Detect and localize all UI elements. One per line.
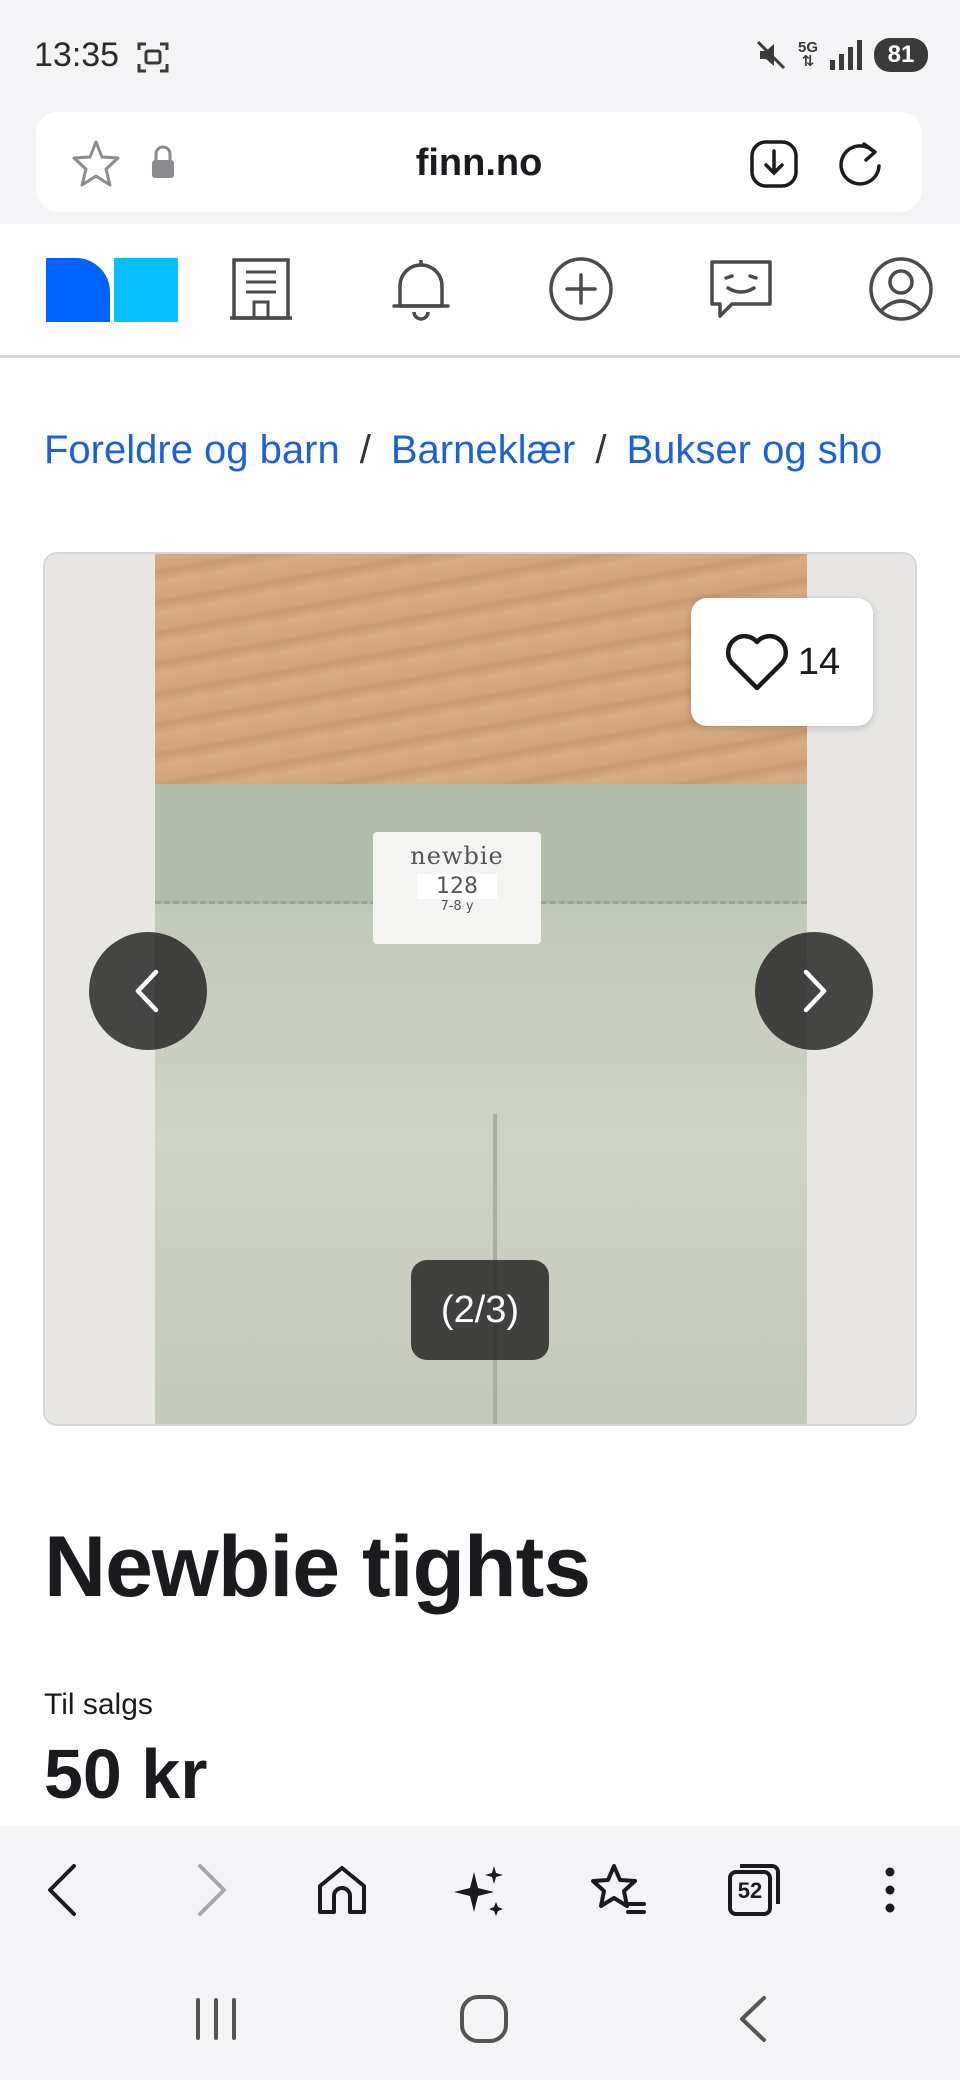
battery-icon: 81 — [874, 38, 928, 72]
back-icon[interactable] — [36, 1860, 96, 1920]
listing-title: Newbie tights — [44, 1519, 591, 1615]
building-icon[interactable] — [226, 254, 296, 324]
bell-icon[interactable] — [386, 254, 456, 324]
browser-toolbar: 52 — [0, 1826, 960, 1956]
browser-chrome: finn.no — [0, 112, 960, 224]
home-icon[interactable] — [312, 1860, 372, 1920]
favorite-count: 14 — [797, 640, 841, 683]
status-icons: 5G ⇅ 81 — [754, 38, 928, 72]
tag-age: 7-8 y — [440, 899, 474, 914]
system-back-icon[interactable] — [724, 1992, 784, 2046]
breadcrumb-item-bukser[interactable]: Bukser og sho — [627, 428, 883, 472]
tab-count: 52 — [737, 1878, 763, 1903]
bookmarks-icon[interactable] — [588, 1860, 648, 1920]
screenshot-icon — [137, 42, 169, 73]
tag-brand: newbie — [410, 842, 504, 870]
breadcrumb-item-foreldre-og-barn[interactable]: Foreldre og barn — [44, 428, 340, 472]
mute-icon — [756, 40, 786, 70]
chevron-right-icon — [803, 969, 827, 1013]
breadcrumb: Foreldre og barn / Barneklær / Bukser og sho — [44, 428, 944, 473]
tabs-button[interactable]: 52 — [724, 1860, 784, 1920]
network-arrows: ⇅ — [801, 53, 815, 70]
breadcrumb-separator: / — [359, 428, 371, 472]
system-navigation — [0, 1956, 960, 2080]
sparkle-icon[interactable] — [450, 1860, 510, 1920]
site-navigation — [0, 224, 960, 358]
previous-image-button[interactable] — [89, 932, 207, 1050]
more-icon[interactable] — [860, 1860, 920, 1920]
signal-icon — [830, 40, 862, 70]
chat-icon[interactable] — [706, 254, 776, 324]
download-icon[interactable] — [748, 138, 800, 190]
chevron-left-icon — [135, 969, 159, 1013]
forward-icon[interactable] — [178, 1860, 238, 1920]
clothing-tag: newbie 128 7-8 y — [373, 832, 541, 944]
plus-circle-icon[interactable] — [546, 254, 616, 324]
finn-logo[interactable] — [46, 258, 178, 322]
status-bar: 13:35 5G ⇅ 81 — [0, 0, 960, 112]
favorite-button[interactable]: 14 — [691, 598, 873, 726]
tag-size: 128 — [417, 874, 497, 899]
address-bar[interactable]: finn.no — [36, 112, 922, 212]
image-gallery[interactable]: newbie 128 7-8 y 14 (2/3) — [43, 552, 917, 1426]
heart-icon — [725, 633, 788, 691]
status-time: 13:35 — [34, 36, 120, 74]
listing-price: 50 kr — [44, 1735, 208, 1813]
reload-icon[interactable] — [834, 138, 886, 190]
profile-icon[interactable] — [866, 254, 936, 324]
sale-status: Til salgs — [44, 1688, 153, 1721]
network-indicator: 5G ⇅ — [798, 40, 818, 70]
recents-icon[interactable] — [186, 1992, 246, 2046]
breadcrumb-item-barneklaer[interactable]: Barneklær — [391, 428, 576, 472]
next-image-button[interactable] — [755, 932, 873, 1050]
breadcrumb-separator: / — [595, 428, 607, 472]
image-counter: (2/3) — [411, 1260, 549, 1360]
home-button-icon[interactable] — [454, 1992, 514, 2046]
